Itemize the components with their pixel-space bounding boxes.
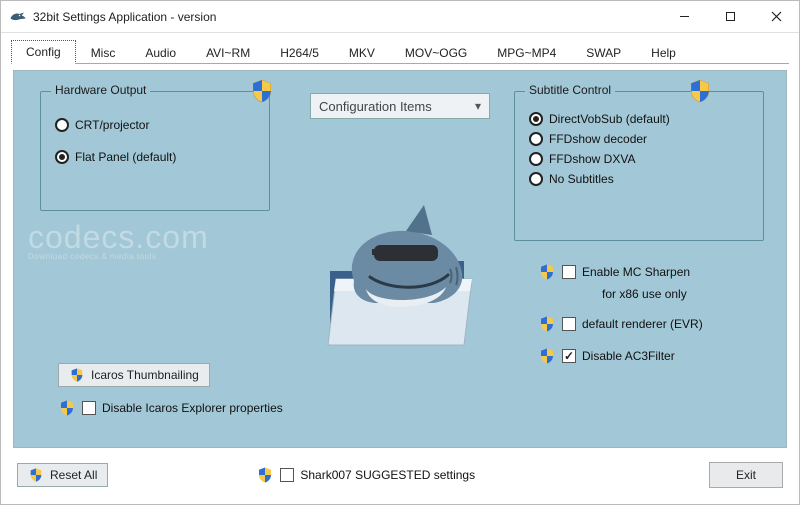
radio-icon — [529, 112, 543, 126]
checkbox-icon — [82, 401, 96, 415]
tab-content-config: Hardware Output CRT/projector Flat Panel… — [13, 70, 787, 448]
radio-label: CRT/projector — [75, 118, 149, 132]
shield-icon — [69, 367, 85, 383]
radio-icon — [529, 172, 543, 186]
checkbox-icon — [280, 468, 294, 482]
check-disable-ac3filter[interactable]: Disable AC3Filter — [538, 347, 778, 365]
radio-icon — [529, 132, 543, 146]
checkbox-icon — [562, 349, 576, 363]
shield-icon — [28, 467, 44, 483]
watermark-subtext: Download codecs & media tools — [28, 252, 209, 261]
shield-icon — [538, 263, 556, 281]
button-label: Reset All — [50, 468, 97, 482]
tab-avi-rm[interactable]: AVI~RM — [191, 41, 265, 64]
radio-icon — [55, 118, 69, 132]
check-enable-mc-sharpen[interactable]: Enable MC Sharpen — [538, 263, 778, 281]
button-label: Icaros Thumbnailing — [91, 368, 199, 382]
group-legend: Subtitle Control — [525, 83, 615, 97]
window-title: 32bit Settings Application - version — [33, 10, 661, 24]
button-label: Exit — [736, 468, 756, 482]
icaros-thumbnailing-button[interactable]: Icaros Thumbnailing — [58, 363, 210, 387]
group-hardware-output: Hardware Output CRT/projector Flat Panel… — [40, 91, 270, 211]
radio-label: FFDshow DXVA — [549, 152, 635, 166]
watermark: codecs.com Download codecs & media tools — [28, 219, 209, 261]
mc-sharpen-subtext: for x86 use only — [602, 287, 778, 301]
watermark-text: codecs.com — [28, 219, 209, 255]
maximize-button[interactable] — [707, 1, 753, 32]
chevron-down-icon: ▾ — [475, 99, 481, 113]
checkbox-label: Shark007 SUGGESTED settings — [300, 468, 475, 482]
radio-ffdshow-dxva[interactable]: FFDshow DXVA — [529, 152, 749, 166]
tab-mov-ogg[interactable]: MOV~OGG — [390, 41, 482, 64]
tab-mpg-mp4[interactable]: MPG~MP4 — [482, 41, 571, 64]
checkbox-label: default renderer (EVR) — [582, 317, 703, 331]
radio-label: No Subtitles — [549, 172, 614, 186]
shark-mascot-image — [314, 191, 484, 351]
tab-strip: Config Misc Audio AVI~RM H264/5 MKV MOV~… — [1, 33, 799, 63]
checkbox-label: Disable AC3Filter — [582, 349, 675, 363]
check-default-renderer[interactable]: default renderer (EVR) — [538, 315, 778, 333]
tab-help[interactable]: Help — [636, 41, 691, 64]
radio-icon — [529, 152, 543, 166]
tab-config[interactable]: Config — [11, 40, 76, 64]
checkbox-label: Disable Icaros Explorer properties — [102, 401, 283, 415]
shield-icon — [58, 399, 76, 417]
reset-all-button[interactable]: Reset All — [17, 463, 108, 487]
radio-label: Flat Panel (default) — [75, 150, 176, 164]
configuration-items-dropdown[interactable]: Configuration Items ▾ — [310, 93, 490, 119]
shield-icon — [538, 315, 556, 333]
tab-misc[interactable]: Misc — [76, 41, 131, 64]
minimize-button[interactable] — [661, 1, 707, 32]
close-button[interactable] — [753, 1, 799, 32]
radio-label: DirectVobSub (default) — [549, 112, 670, 126]
exit-button[interactable]: Exit — [709, 462, 783, 488]
check-suggested-settings[interactable]: Shark007 SUGGESTED settings — [256, 466, 475, 484]
checkbox-icon — [562, 265, 576, 279]
tab-swap[interactable]: SWAP — [571, 41, 636, 64]
radio-crt-projector[interactable]: CRT/projector — [55, 118, 255, 132]
dropdown-label: Configuration Items — [319, 99, 432, 114]
radio-ffdshow-decoder[interactable]: FFDshow decoder — [529, 132, 749, 146]
checkbox-label: Enable MC Sharpen — [582, 265, 690, 279]
app-icon — [9, 8, 27, 26]
radio-directvobsub[interactable]: DirectVobSub (default) — [529, 112, 749, 126]
title-bar: 32bit Settings Application - version — [1, 1, 799, 33]
tab-h264-5[interactable]: H264/5 — [265, 41, 334, 64]
checkbox-icon — [562, 317, 576, 331]
shield-icon — [687, 78, 713, 104]
shield-icon — [249, 78, 275, 104]
footer-bar: Reset All Shark007 SUGGESTED settings Ex… — [1, 454, 799, 490]
group-subtitle-control: Subtitle Control DirectVobSub (default) … — [514, 91, 764, 241]
tab-mkv[interactable]: MKV — [334, 41, 390, 64]
radio-icon — [55, 150, 69, 164]
shield-icon — [538, 347, 556, 365]
radio-label: FFDshow decoder — [549, 132, 647, 146]
radio-flat-panel[interactable]: Flat Panel (default) — [55, 150, 255, 164]
tab-audio[interactable]: Audio — [130, 41, 191, 64]
shield-icon — [256, 466, 274, 484]
group-legend: Hardware Output — [51, 83, 150, 97]
check-disable-icaros-explorer[interactable]: Disable Icaros Explorer properties — [58, 399, 283, 417]
radio-no-subtitles[interactable]: No Subtitles — [529, 172, 749, 186]
